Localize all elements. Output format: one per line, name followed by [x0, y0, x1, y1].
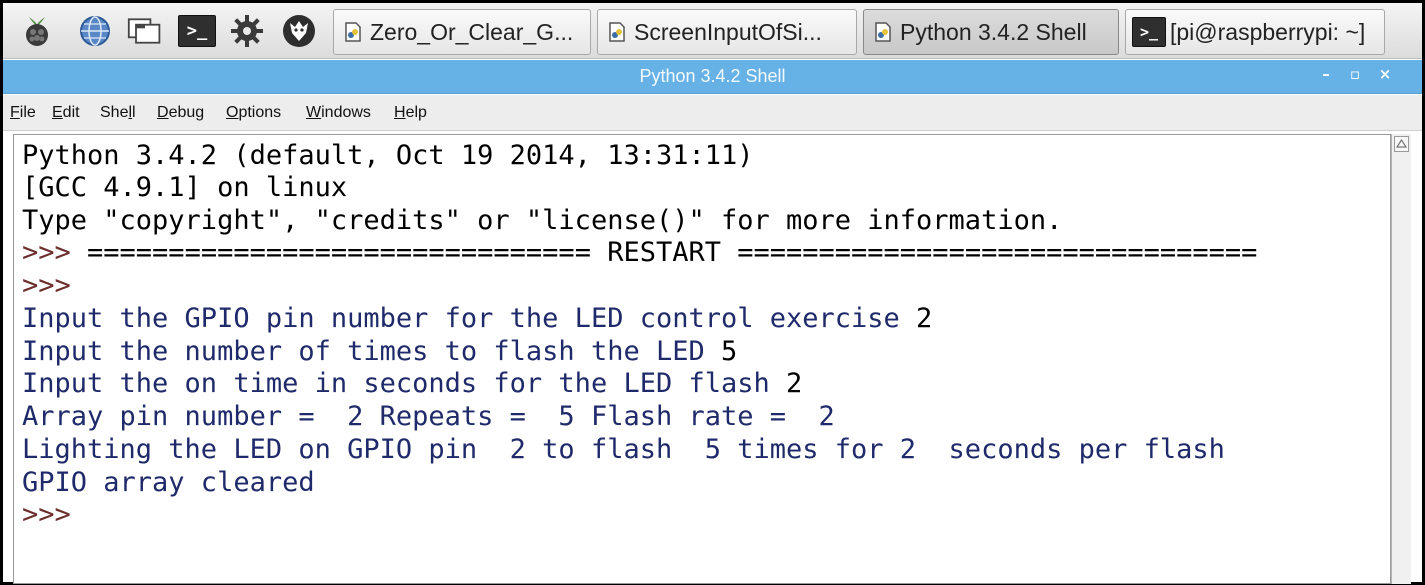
python-file-icon: [608, 21, 626, 43]
menu-debug[interactable]: Debug: [157, 104, 204, 122]
task-python-shell[interactable]: Python 3.4.2 Shell: [863, 9, 1119, 55]
task-zero-or-clear[interactable]: Zero_Or_Clear_G...: [333, 9, 591, 55]
close-button[interactable]: ×: [1375, 65, 1395, 83]
shell-line: Input the GPIO pin number for the LED co…: [22, 303, 932, 335]
user-input: 5: [720, 336, 738, 367]
shell-prompt: >>>: [22, 499, 88, 530]
minimize-button[interactable]: –: [1316, 65, 1336, 83]
shell-line: [GCC 4.9.1] on linux: [22, 172, 348, 203]
stdout-text: Input the number of times to flash the L…: [22, 336, 721, 367]
user-input: 2: [786, 368, 803, 399]
settings-gear-icon[interactable]: [229, 13, 265, 49]
menu-bar: File Edit Shell Debug Options Windows He…: [3, 95, 1422, 131]
web-browser-icon[interactable]: [77, 13, 113, 49]
shell-text-area[interactable]: Python 3.4.2 (default, Oct 19 2014, 13:3…: [13, 134, 1391, 584]
raspberry-menu-icon[interactable]: [19, 13, 55, 49]
window-titlebar[interactable]: Python 3.4.2 Shell – ▫ ×: [3, 60, 1422, 94]
shell-line: Input the on time in seconds for the LED…: [22, 368, 802, 400]
window-title: Python 3.4.2 Shell: [639, 66, 786, 86]
task-terminal[interactable]: >_ [pi@raspberrypi: ~]: [1125, 9, 1385, 55]
stdout-text: Input the GPIO pin number for the LED co…: [22, 303, 917, 334]
menu-edit[interactable]: Edit: [52, 104, 80, 122]
user-input: 2: [916, 303, 933, 334]
python-file-icon: [874, 21, 892, 43]
maximize-button[interactable]: ▫: [1345, 65, 1365, 83]
wolfram-icon[interactable]: [281, 13, 317, 49]
shell-prompt: >>>: [22, 237, 88, 268]
vertical-scrollbar[interactable]: [1391, 134, 1411, 584]
shell-line: >>> =============================== REST…: [22, 237, 1257, 269]
screen-frame: >_ Zero_Or_Clear_G... ScreenInputOfSi...…: [0, 0, 1425, 585]
restart-banner: =============================== RESTART …: [87, 237, 1258, 268]
shell-line: Lighting the LED on GPIO pin 2 to flash …: [22, 434, 1225, 465]
stdout-text: Input the on time in seconds for the LED…: [22, 368, 787, 399]
shell-line: Python 3.4.2 (default, Oct 19 2014, 13:3…: [22, 140, 754, 171]
shell-line: Array pin number = 2 Repeats = 5 Flash r…: [22, 401, 835, 432]
menu-file[interactable]: File: [10, 104, 36, 122]
menu-shell[interactable]: Shell: [100, 104, 136, 122]
shell-line: Input the number of times to flash the L…: [22, 336, 737, 368]
shell-prompt: >>>: [22, 270, 88, 301]
task-label: Zero_Or_Clear_G...: [370, 18, 574, 45]
terminal-icon: >_: [1132, 17, 1166, 47]
scroll-up-arrow-icon[interactable]: [1394, 136, 1409, 152]
task-screen-input[interactable]: ScreenInputOfSi...: [597, 9, 857, 55]
python-file-icon: [344, 21, 362, 43]
task-label: Python 3.4.2 Shell: [900, 18, 1087, 45]
taskbar: >_ Zero_Or_Clear_G... ScreenInputOfSi...…: [3, 3, 1422, 59]
terminal-icon[interactable]: >_: [177, 13, 217, 49]
shell-line: GPIO array cleared: [22, 467, 315, 498]
task-label: [pi@raspberrypi: ~]: [1170, 18, 1366, 45]
shell-line: Type "copyright", "credits" or "license(…: [22, 205, 1063, 236]
file-manager-icon[interactable]: [127, 13, 163, 49]
menu-windows[interactable]: Windows: [306, 104, 371, 122]
task-label: ScreenInputOfSi...: [634, 18, 822, 45]
menu-help[interactable]: Help: [394, 104, 427, 122]
menu-options[interactable]: Options: [226, 104, 281, 122]
